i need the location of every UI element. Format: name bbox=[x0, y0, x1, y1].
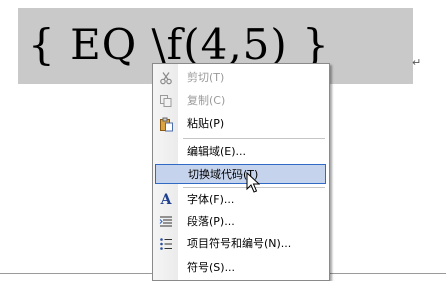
menu-item-label: 粘贴(P) bbox=[187, 117, 225, 130]
paragraph-mark: ↵ bbox=[412, 56, 422, 69]
menu-item-paragraph[interactable]: 段落(P)... bbox=[155, 212, 326, 232]
copy-icon bbox=[158, 93, 174, 109]
bullets-icon bbox=[158, 236, 174, 252]
menu-item-label: 复制(C) bbox=[187, 94, 226, 107]
menu-item-label: 剪切(T) bbox=[187, 71, 225, 84]
menu-separator bbox=[183, 138, 325, 139]
paragraph-icon bbox=[158, 214, 174, 230]
paste-icon bbox=[158, 116, 174, 132]
menu-item-copy[interactable]: 复制(C) bbox=[155, 91, 326, 111]
menu-item-font[interactable]: A 字体(F)... bbox=[155, 190, 326, 210]
context-menu: 剪切(T) 复制(C) 粘贴(P) 编辑域(E)... 切换域代码(T) A 字… bbox=[152, 63, 330, 281]
menu-item-label: 字体(F)... bbox=[187, 193, 235, 206]
menu-item-toggle-field-codes[interactable]: 切换域代码(T) bbox=[155, 164, 326, 184]
menu-item-edit-field[interactable]: 编辑域(E)... bbox=[155, 142, 326, 162]
menu-item-paste[interactable]: 粘贴(P) bbox=[155, 114, 326, 134]
menu-item-label: 段落(P)... bbox=[187, 215, 235, 228]
menu-item-cut[interactable]: 剪切(T) bbox=[155, 68, 326, 88]
scissors-icon bbox=[158, 70, 174, 86]
menu-item-label: 符号(S)... bbox=[187, 261, 236, 274]
font-icon: A bbox=[160, 192, 172, 208]
menu-item-label: 编辑域(E)... bbox=[187, 145, 247, 158]
mouse-cursor-icon bbox=[246, 171, 261, 198]
menu-item-symbol[interactable]: 符号(S)... bbox=[155, 258, 326, 278]
menu-item-bullets-numbering[interactable]: 项目符号和编号(N)... bbox=[155, 234, 326, 254]
menu-item-label: 项目符号和编号(N)... bbox=[187, 237, 292, 250]
